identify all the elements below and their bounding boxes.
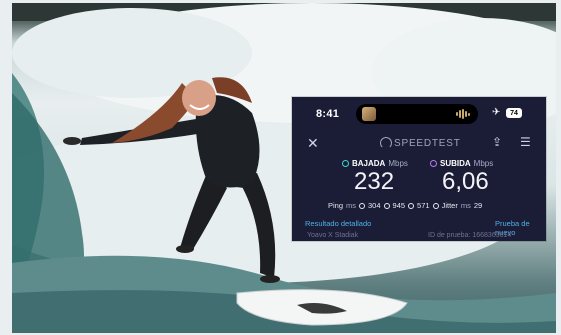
- test-id: ID de prueba: 1668363614: [428, 232, 512, 239]
- dynamic-island: [356, 104, 478, 124]
- ping-upload-value: 571: [417, 201, 430, 210]
- download-ping-icon: [383, 202, 390, 209]
- battery-icon: 74: [506, 108, 522, 118]
- detailed-result-link[interactable]: Resultado detallado: [305, 219, 371, 228]
- app-toolbar: ✕ SPEEDTEST ⇪ ☰: [292, 135, 546, 153]
- upload-arrow-icon: [430, 160, 437, 167]
- download-unit: Mbps: [388, 159, 408, 168]
- speedtest-screenshot: 8:41 ✈ 74 ✕ SPEEDTEST ⇪ ☰ BAJADA Mbps SU…: [292, 97, 546, 241]
- ping-unit: ms: [346, 201, 357, 210]
- menu-icon[interactable]: ☰: [520, 135, 531, 149]
- album-art-icon: [362, 107, 376, 121]
- ping-idle-value: 304: [368, 201, 381, 210]
- jitter-icon: [432, 202, 439, 209]
- close-icon[interactable]: ✕: [307, 135, 319, 151]
- ping-download-value: 945: [392, 201, 406, 210]
- ping-row: Ping ms 304 945 571 Jitter ms 29: [328, 201, 482, 210]
- clock: 8:41: [316, 108, 340, 120]
- upload-unit: Mbps: [473, 159, 494, 168]
- download-label: BAJADA Mbps: [342, 159, 408, 168]
- status-bar: 8:41 ✈ 74: [292, 97, 546, 131]
- server-name: Yoavo X Stadiak: [307, 232, 359, 239]
- download-arrow-icon: [342, 160, 349, 167]
- airplane-icon: ✈: [492, 107, 501, 118]
- upload-value: 6,06: [442, 168, 489, 195]
- upload-ping-icon: [408, 202, 415, 209]
- speedtest-logo-icon: [380, 137, 392, 149]
- jitter-label: Jitter: [441, 201, 458, 210]
- ping-label: Ping: [328, 201, 344, 210]
- upload-label: SUBIDA Mbps: [430, 159, 493, 168]
- result-links: Resultado detallado Prueba de nuevo: [292, 219, 546, 237]
- audio-wave-icon: [456, 109, 470, 119]
- download-value: 232: [354, 168, 395, 195]
- share-icon[interactable]: ⇪: [492, 135, 502, 149]
- upload-title: SUBIDA: [440, 159, 471, 168]
- idle-ping-icon: [359, 202, 366, 209]
- jitter-value: 29: [473, 201, 483, 210]
- app-title: SPEEDTEST: [394, 138, 461, 149]
- download-title: BAJADA: [352, 159, 386, 168]
- jitter-unit: ms: [460, 201, 471, 210]
